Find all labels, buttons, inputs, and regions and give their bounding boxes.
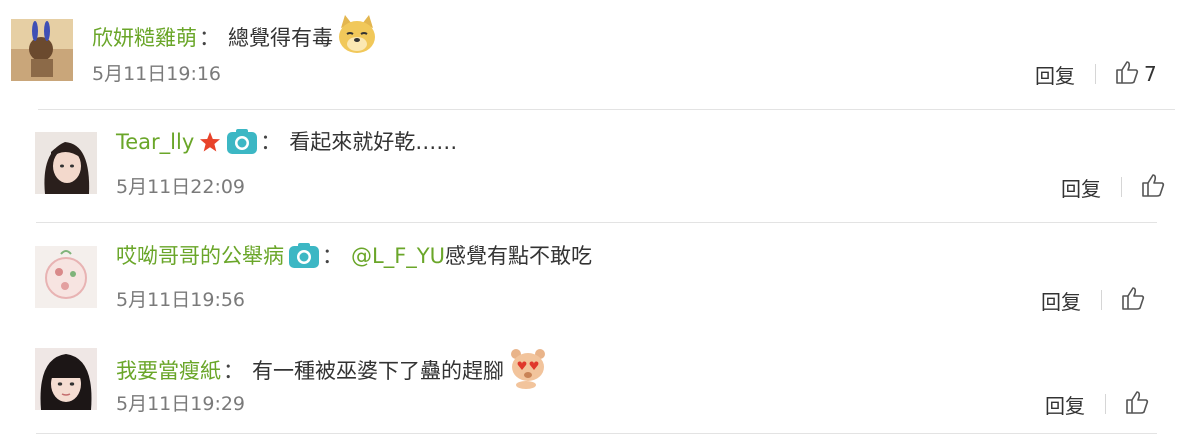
colon: ： (260, 130, 282, 154)
avatar[interactable] (35, 132, 97, 194)
comment-item: Tear_lly ： 看起來就好乾…… 5月11日22:09 回复 (0, 110, 1189, 220)
comment-item: 哎呦哥哥的公舉病 ： @L_F_YU 感覺有點不敢吃 5月11日19:56 回复 (0, 224, 1189, 324)
colon: ： (199, 26, 220, 50)
divider (1121, 177, 1122, 197)
like-count: 7 (1144, 62, 1157, 86)
thumbs-up-icon (1120, 285, 1146, 316)
colon: ： (223, 359, 244, 383)
avatar[interactable] (35, 246, 97, 308)
username[interactable]: 我要當瘦紙 (116, 356, 221, 386)
reply-button[interactable]: 回复 (1061, 173, 1101, 202)
divider (1101, 290, 1102, 310)
username[interactable]: 欣妍糙雞萌 (92, 23, 197, 53)
thumbs-up-icon (1114, 59, 1140, 90)
divider (1095, 64, 1096, 84)
like-button[interactable] (1140, 172, 1170, 203)
divider (1105, 394, 1106, 414)
like-button[interactable] (1124, 389, 1154, 420)
comment-divider (36, 433, 1157, 434)
comment-time: 5月11日19:29 (116, 393, 246, 415)
comment-item: 欣妍糙雞萌 ： 總覺得有毒 5月11日19:16 回复 7 (0, 0, 1189, 110)
doge-emoji-icon (335, 12, 379, 64)
mention-link[interactable]: @L_F_YU (351, 241, 445, 271)
like-button[interactable]: 7 (1114, 59, 1157, 90)
reply-button[interactable]: 回复 (1035, 60, 1075, 89)
like-button[interactable] (1120, 285, 1150, 316)
reply-button[interactable]: 回复 (1045, 390, 1085, 419)
avatar[interactable] (11, 19, 73, 81)
username[interactable]: Tear_lly (116, 127, 194, 157)
star-icon (198, 130, 222, 154)
comment-text: 看起來就好乾…… (289, 130, 458, 154)
username[interactable]: 哎呦哥哥的公舉病 (116, 241, 284, 271)
thumbs-up-icon (1140, 172, 1166, 203)
comment-time: 5月11日19:16 (92, 63, 222, 85)
reply-button[interactable]: 回复 (1041, 286, 1081, 315)
colon: ： (322, 244, 343, 268)
comment-time: 5月11日22:09 (116, 176, 246, 198)
comment-text: 有一種被巫婆下了蠱的趕腳 (252, 359, 504, 383)
avatar[interactable] (35, 348, 97, 410)
camera-icon (288, 242, 320, 270)
thumbs-up-icon (1124, 389, 1150, 420)
bear-love-emoji-icon (506, 345, 550, 397)
comment-time: 5月11日19:56 (116, 289, 246, 311)
comment-divider (36, 222, 1157, 223)
comment-text: 總覺得有毒 (228, 26, 333, 50)
comment-item: 我要當瘦紙 ： 有一種被巫婆下了蠱的趕腳 5月11日19:29 回复 (0, 330, 1189, 436)
comment-text: 感覺有點不敢吃 (444, 244, 592, 268)
camera-icon (226, 128, 258, 156)
